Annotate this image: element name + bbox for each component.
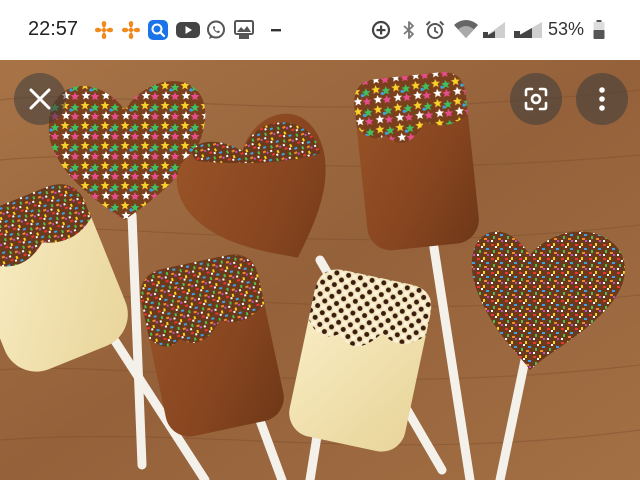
data-saver-icon bbox=[371, 20, 391, 40]
wifi-icon bbox=[454, 20, 478, 38]
bluetooth-icon bbox=[403, 21, 414, 39]
image-viewer bbox=[0, 60, 640, 480]
fan-app-icon bbox=[122, 21, 140, 39]
close-button[interactable] bbox=[14, 73, 66, 125]
status-bar: 22:57 53% bbox=[0, 0, 640, 60]
google-lens-icon bbox=[524, 87, 548, 111]
photo-share-icon bbox=[234, 20, 254, 39]
battery-percentage: 53% bbox=[548, 19, 585, 39]
signal-icon bbox=[483, 22, 505, 38]
minus-icon bbox=[271, 29, 281, 32]
more-options-button[interactable] bbox=[576, 73, 628, 125]
signal-icon bbox=[514, 22, 542, 38]
fan-app-icon bbox=[95, 21, 113, 39]
google-lens-button[interactable] bbox=[510, 73, 562, 125]
battery-icon bbox=[593, 20, 605, 39]
whatsapp-icon bbox=[207, 20, 225, 39]
youtube-icon bbox=[176, 22, 200, 38]
alarm-icon bbox=[425, 20, 445, 39]
close-icon bbox=[29, 88, 51, 110]
more-vert-icon bbox=[599, 87, 605, 111]
search-app-icon bbox=[148, 20, 168, 40]
status-clock: 22:57 bbox=[28, 18, 79, 40]
